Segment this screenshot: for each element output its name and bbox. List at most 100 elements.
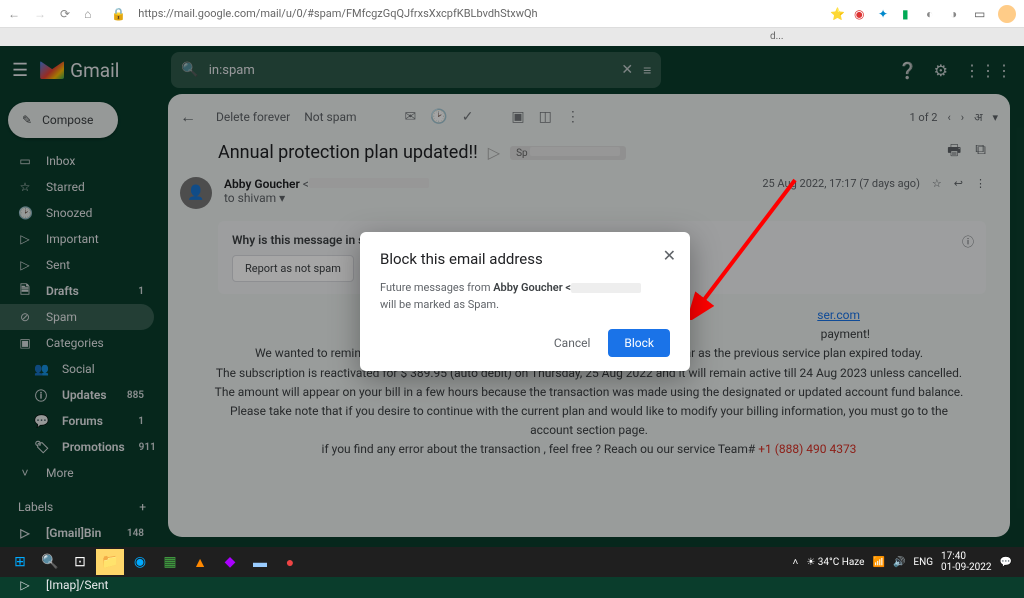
- add-task-icon[interactable]: ✓: [462, 109, 474, 125]
- task-view-icon[interactable]: ⊡: [66, 549, 94, 575]
- draft-icon: 🗎: [18, 281, 32, 302]
- input-lang-icon[interactable]: अ: [974, 110, 982, 125]
- vlc-icon[interactable]: ▲: [186, 549, 214, 575]
- refresh-icon[interactable]: ⟳: [60, 7, 70, 21]
- search-input[interactable]: [209, 63, 612, 78]
- help-icon[interactable]: ❔: [898, 61, 918, 80]
- search-options-icon[interactable]: ≡: [643, 62, 651, 79]
- label-icon: ▷: [18, 526, 32, 540]
- clock[interactable]: 17:4001-09-2022: [941, 551, 992, 573]
- weather-widget[interactable]: ☀ 34°C Haze: [806, 557, 864, 568]
- star-icon: ☆: [18, 180, 32, 194]
- apps-icon[interactable]: ⋮⋮⋮: [964, 61, 1012, 80]
- explorer-icon[interactable]: 📁: [96, 549, 124, 575]
- wifi-icon[interactable]: 📶: [873, 557, 885, 568]
- sidebar-item-important[interactable]: ▷Important: [0, 226, 154, 252]
- chrome-icon[interactable]: ●: [276, 549, 304, 575]
- clock-icon: 🕑: [18, 206, 32, 220]
- sidebar-item-starred[interactable]: ☆Starred: [0, 174, 154, 200]
- home-icon[interactable]: ⌂: [84, 7, 91, 21]
- sidebar-item-more[interactable]: ˅More: [0, 460, 154, 486]
- sidebar-item-label: Sent: [46, 258, 130, 272]
- mark-unread-icon[interactable]: ✉: [405, 109, 417, 125]
- clear-search-icon[interactable]: ✕: [621, 62, 633, 78]
- message-more-icon[interactable]: ⋮: [975, 177, 986, 190]
- add-label-icon[interactable]: +: [139, 500, 146, 514]
- delete-forever-button[interactable]: Delete forever: [216, 110, 290, 124]
- sidebar-item-social[interactable]: 👥Social: [0, 356, 154, 382]
- label-name: [Imap]/Sent: [46, 578, 130, 592]
- sidebar-item-count: 885: [127, 390, 144, 401]
- sidebar-item-drafts[interactable]: 🗎Drafts1: [0, 278, 154, 304]
- move-to-icon[interactable]: ▣: [511, 109, 524, 125]
- spam-icon: ⊘: [18, 310, 32, 324]
- ext-icon-2[interactable]: ✦: [878, 7, 892, 21]
- updates-icon: ⓘ: [34, 387, 48, 404]
- dialog-body: Future messages from Abby Goucher < will…: [380, 280, 670, 313]
- label-name: [Gmail]Bin: [46, 526, 113, 540]
- sidebar-item-label: Snoozed: [46, 206, 130, 220]
- search-icon[interactable]: 🔍: [181, 62, 198, 78]
- language-indicator[interactable]: ENG: [913, 557, 933, 568]
- sidebar-item-snoozed[interactable]: 🕑 Snoozed: [0, 200, 154, 226]
- app-icon-2[interactable]: ◆: [216, 549, 244, 575]
- sidebar-item-count: 911: [139, 442, 156, 453]
- close-dialog-icon[interactable]: ✕: [663, 246, 676, 265]
- info-icon[interactable]: ⓘ: [962, 233, 974, 250]
- gmail-logo[interactable]: Gmail: [40, 59, 119, 82]
- more-icon[interactable]: ⋮: [566, 109, 580, 125]
- edge-icon[interactable]: ◉: [126, 549, 154, 575]
- important-marker-icon[interactable]: ▷: [488, 143, 500, 162]
- ext-icon-3[interactable]: ▮: [902, 7, 916, 21]
- forward-icon[interactable]: →: [34, 7, 46, 21]
- block-button[interactable]: Block: [608, 329, 670, 357]
- volume-icon[interactable]: 🔊: [893, 557, 905, 568]
- collections-icon[interactable]: ▭: [974, 7, 988, 21]
- sidebar-item-updates[interactable]: ⓘUpdates885: [0, 382, 154, 408]
- start-button[interactable]: ⊞: [6, 549, 34, 575]
- not-spam-button[interactable]: Not spam: [304, 110, 356, 124]
- cancel-button[interactable]: Cancel: [544, 330, 601, 356]
- prev-message-icon[interactable]: ‹: [947, 111, 950, 124]
- settings-icon[interactable]: ⚙: [934, 61, 948, 80]
- ext-icon-5[interactable]: ◑: [950, 7, 964, 21]
- app-icon-1[interactable]: ▦: [156, 549, 184, 575]
- search-bar[interactable]: 🔍 ✕ ≡: [171, 52, 661, 88]
- reply-icon[interactable]: ↩: [954, 177, 963, 190]
- print-icon[interactable]: 🖶: [947, 140, 961, 165]
- ext-icon-4[interactable]: ◐: [926, 7, 940, 21]
- menu-icon[interactable]: ☰: [12, 60, 28, 81]
- back-icon[interactable]: ←: [8, 7, 20, 21]
- back-to-list-icon[interactable]: ←: [180, 107, 196, 127]
- forums-icon: 💬: [34, 414, 48, 428]
- app-icon-3[interactable]: ▬: [246, 549, 274, 575]
- input-lang-chevron-icon[interactable]: ▾: [992, 111, 998, 124]
- sidebar-item-inbox[interactable]: ▭Inbox: [0, 148, 154, 174]
- sidebar-item-spam[interactable]: ⊘Spam: [0, 304, 154, 330]
- sidebar-item-sent[interactable]: ▷Sent: [0, 252, 154, 278]
- favorite-icon[interactable]: ⭐: [830, 7, 844, 21]
- snooze-icon[interactable]: 🕑: [430, 109, 447, 125]
- body-link[interactable]: ser.com: [817, 308, 860, 322]
- open-new-icon[interactable]: ⧉: [975, 140, 986, 165]
- profile-icon[interactable]: [998, 5, 1016, 23]
- tray-chevron-icon[interactable]: ˄: [792, 557, 798, 568]
- report-not-spam-button[interactable]: Report as not spam: [232, 255, 354, 282]
- star-icon[interactable]: ☆: [932, 177, 942, 190]
- recipient-chevron-icon[interactable]: ▾: [279, 191, 285, 205]
- sidebar-item-forums[interactable]: 💬Forums1: [0, 408, 154, 434]
- search-taskbar-icon[interactable]: 🔍: [36, 549, 64, 575]
- label-item[interactable]: ▷[Gmail]Bin148: [0, 520, 154, 546]
- compose-button[interactable]: ✎ Compose: [8, 102, 118, 138]
- address-bar[interactable]: https://mail.google.com/mail/u/0/#spam/F…: [138, 7, 818, 20]
- notifications-icon[interactable]: 💬: [1000, 557, 1012, 568]
- important-icon: ▷: [18, 232, 32, 246]
- labels-icon[interactable]: ◫: [539, 109, 552, 125]
- next-message-icon[interactable]: ›: [961, 111, 964, 124]
- sidebar-item-categories[interactable]: ▣Categories: [0, 330, 154, 356]
- labels-header: Labels +: [18, 500, 160, 514]
- ext-icon-1[interactable]: ◉: [854, 7, 868, 21]
- sender-avatar: 👤: [180, 177, 212, 209]
- sidebar-item-label: Categories: [46, 336, 130, 350]
- sidebar-item-promotions[interactable]: 🏷Promotions911: [0, 434, 154, 460]
